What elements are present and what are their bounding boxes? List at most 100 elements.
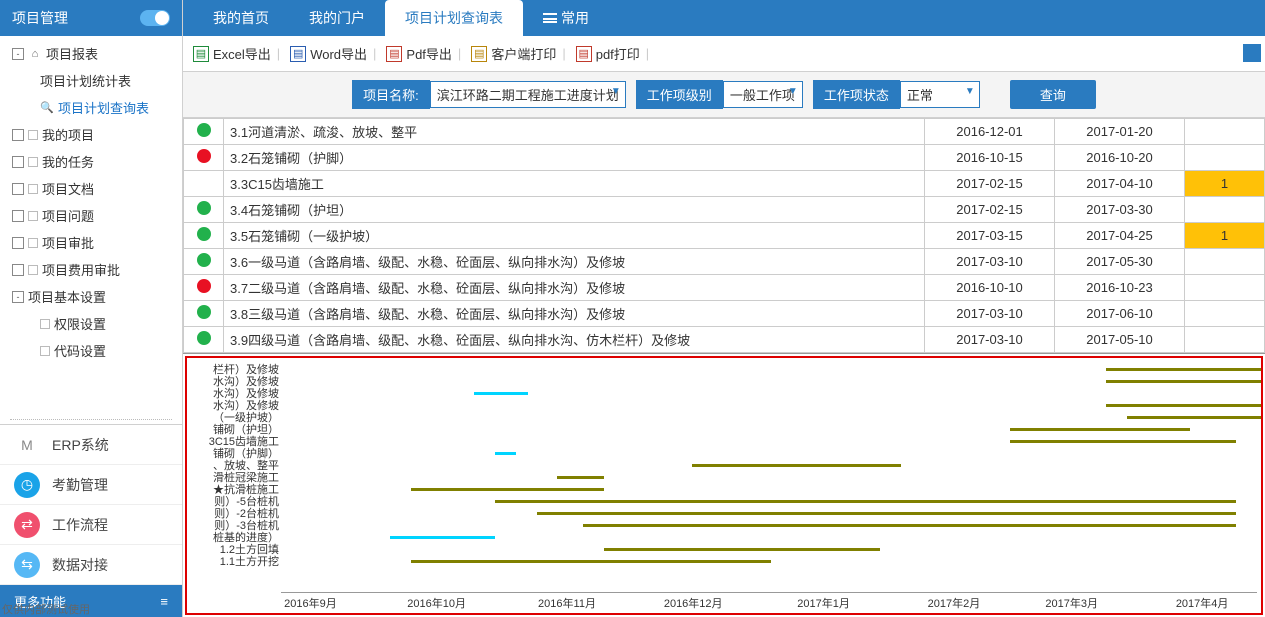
axis-label: 2017年3月 (1045, 595, 1098, 611)
gantt-label: 桩基的进度） (189, 532, 279, 544)
tree-node[interactable]: -项目基本设置 (0, 283, 182, 310)
module-row[interactable]: ⇆数据对接 (0, 545, 182, 585)
tree-label: 项目基本设置 (28, 287, 106, 306)
table-row[interactable]: 3.3C15齿墙施工2017-02-152017-04-101 (184, 171, 1265, 197)
gantt-label: 铺砌（护坦） (189, 424, 279, 436)
tree-label: 我的任务 (42, 152, 94, 171)
expander-icon[interactable] (12, 156, 24, 168)
tree-label: 项目问题 (42, 206, 94, 225)
gantt-bar (495, 500, 1236, 503)
module-icon: ◷ (14, 472, 40, 498)
tab[interactable]: 我的首页 (193, 0, 289, 36)
gantt-bar (1106, 368, 1263, 371)
start-date: 2016-10-15 (925, 145, 1055, 171)
export-button[interactable]: ▤Word导出| (290, 44, 378, 63)
flag-cell (1185, 145, 1265, 171)
gantt-label: （一级护坡） (189, 412, 279, 424)
export-button[interactable]: ▤pdf打印| (576, 44, 651, 63)
gantt-bar (411, 560, 771, 563)
expander-icon[interactable]: - (12, 48, 24, 60)
task-name: 3.6一级马道（含路肩墙、级配、水稳、砼面层、纵向排水沟）及修坡 (224, 249, 925, 275)
tree-label: 项目计划统计表 (40, 71, 131, 90)
module-icon: M (14, 432, 40, 458)
data-table: 3.1河道清淤、疏浚、放坡、整平2016-12-012017-01-203.2石… (183, 118, 1265, 353)
end-date: 2017-05-10 (1055, 327, 1185, 353)
module-label: ERP系统 (52, 435, 109, 455)
toolbar: ▤Excel导出| ▤Word导出| ▤Pdf导出| ▤客户端打印| ▤pdf打印| (183, 36, 1265, 72)
module-row[interactable]: ⇄工作流程 (0, 505, 182, 545)
status-dot (197, 279, 211, 293)
axis-label: 2017年4月 (1176, 595, 1229, 611)
filter-status-select[interactable]: 正常 ▼ (900, 81, 980, 108)
expander-icon[interactable]: - (12, 291, 24, 303)
table-row[interactable]: 3.2石笼铺砌（护脚）2016-10-152016-10-20 (184, 145, 1265, 171)
tree-node[interactable]: -⌂项目报表 (0, 40, 182, 67)
status-dot (197, 305, 211, 319)
export-button[interactable]: ▤Excel导出| (193, 44, 282, 63)
table-row[interactable]: 3.7二级马道（含路肩墙、级配、水稳、砼面层、纵向排水沟）及修坡2016-10-… (184, 275, 1265, 301)
chevron-down-icon: ▼ (965, 86, 975, 97)
tree-node[interactable]: 项目费用审批 (0, 256, 182, 283)
module-row[interactable]: ◷考勤管理 (0, 465, 182, 505)
tree-label: 我的项目 (42, 125, 94, 144)
table-row[interactable]: 3.4石笼铺砌（护坦）2017-02-152017-03-30 (184, 197, 1265, 223)
tab[interactable]: 项目计划查询表 (385, 0, 523, 36)
sidebar-header: 项目管理 (0, 0, 182, 36)
filter-level-select[interactable]: 一般工作项 ▼ (723, 81, 803, 108)
gantt-label: 栏杆）及修坡 (189, 364, 279, 376)
query-button[interactable]: 查询 (1010, 80, 1096, 109)
tree-label: 项目审批 (42, 233, 94, 252)
box-icon (28, 157, 38, 167)
table-row[interactable]: 3.1河道清淤、疏浚、放坡、整平2016-12-012017-01-20 (184, 119, 1265, 145)
gantt-chart: 栏杆）及修坡水沟）及修坡水沟）及修坡水沟）及修坡（一级护坡）铺砌（护坦）3C15… (185, 356, 1263, 615)
module-row[interactable]: M ERP系统 (0, 425, 182, 465)
gantt-bar (495, 452, 516, 455)
tree-node[interactable]: 我的项目 (0, 121, 182, 148)
expander-icon[interactable] (12, 210, 24, 222)
expander-icon[interactable] (12, 237, 24, 249)
box-icon (40, 319, 50, 329)
status-dot (197, 123, 211, 137)
axis-label: 2016年11月 (538, 595, 596, 611)
start-date: 2017-03-10 (925, 327, 1055, 353)
gantt-bar (537, 512, 1237, 515)
tab[interactable]: 常用 (523, 0, 609, 36)
home-icon: ⌂ (28, 47, 42, 61)
expander-icon[interactable] (12, 129, 24, 141)
tree-node[interactable]: 项目审批 (0, 229, 182, 256)
end-date: 2017-04-10 (1055, 171, 1185, 197)
box-icon (28, 130, 38, 140)
gantt-label: 则）-3台桩机 (189, 520, 279, 532)
tree-node[interactable]: 🔍项目计划查询表 (0, 94, 182, 121)
filter-name-label: 项目名称: (352, 80, 430, 109)
status-dot (197, 331, 211, 345)
module-list: M ERP系统 ◷考勤管理⇄工作流程⇆数据对接 (0, 424, 182, 585)
tree-node[interactable]: 我的任务 (0, 148, 182, 175)
status-dot (197, 201, 211, 215)
tree-node[interactable]: 项目计划统计表 (0, 67, 182, 94)
gantt-label: 水沟）及修坡 (189, 376, 279, 388)
file-icon: ▤ (193, 46, 209, 62)
tree-node[interactable]: 代码设置 (0, 337, 182, 364)
box-icon (40, 346, 50, 356)
filter-name-select[interactable]: 滨江环路二期工程施工进度计划 ▼ (430, 81, 626, 108)
end-date: 2017-01-20 (1055, 119, 1185, 145)
gantt-bar (390, 536, 495, 539)
table-row[interactable]: 3.6一级马道（含路肩墙、级配、水稳、砼面层、纵向排水沟）及修坡2017-03-… (184, 249, 1265, 275)
tree-node[interactable]: 权限设置 (0, 310, 182, 337)
expander-icon[interactable] (12, 264, 24, 276)
tree-node[interactable]: 项目问题 (0, 202, 182, 229)
expander-icon[interactable] (12, 183, 24, 195)
table-row[interactable]: 3.8三级马道（含路肩墙、级配、水稳、砼面层、纵向排水沟）及修坡2017-03-… (184, 301, 1265, 327)
sidebar-toggle[interactable] (140, 10, 170, 26)
flag-cell (1185, 275, 1265, 301)
export-button[interactable]: ▤客户端打印| (471, 44, 567, 63)
tree-node[interactable]: 项目文档 (0, 175, 182, 202)
save-icon[interactable] (1243, 44, 1261, 62)
tree-label: 代码设置 (54, 341, 106, 360)
table-row[interactable]: 3.9四级马道（含路肩墙、级配、水稳、砼面层、纵向排水沟、仿木栏杆）及修坡201… (184, 327, 1265, 353)
export-button[interactable]: ▤Pdf导出| (386, 44, 463, 63)
tab[interactable]: 我的门户 (289, 0, 385, 36)
table-row[interactable]: 3.5石笼铺砌（一级护坡）2017-03-152017-04-251 (184, 223, 1265, 249)
hamburger-icon: ≡ (160, 594, 168, 609)
